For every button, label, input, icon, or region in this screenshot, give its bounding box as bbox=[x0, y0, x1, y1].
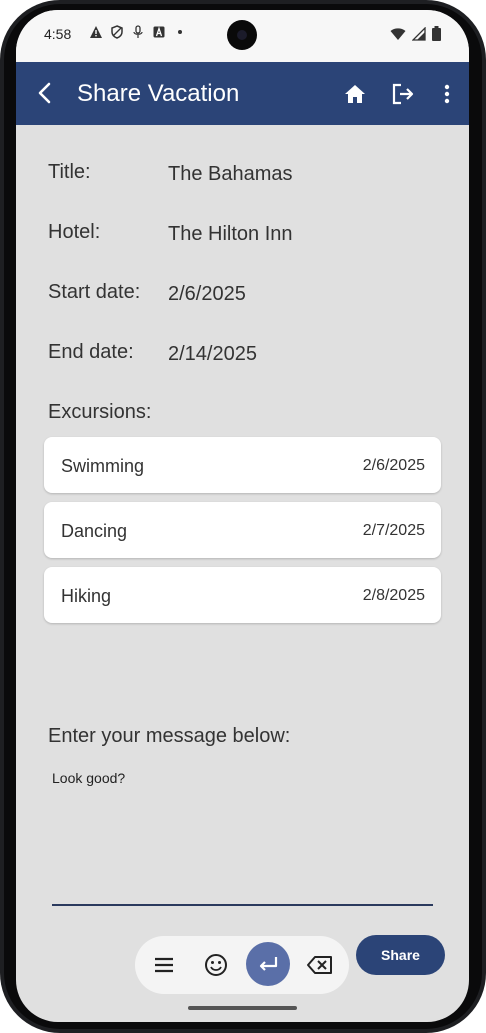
status-bar: 4:58 bbox=[16, 10, 469, 62]
logout-icon[interactable] bbox=[390, 81, 416, 107]
excursion-item[interactable]: Dancing 2/7/2025 bbox=[44, 502, 441, 558]
warning-icon bbox=[90, 26, 102, 38]
message-input-underline bbox=[52, 904, 433, 906]
start-date-label: Start date: bbox=[48, 281, 141, 303]
keyboard-toolbar bbox=[135, 936, 349, 994]
title-value: The Bahamas bbox=[168, 163, 293, 185]
status-icons-right bbox=[390, 26, 441, 41]
end-date-label: End date: bbox=[48, 341, 134, 363]
title-label: Title: bbox=[48, 161, 91, 183]
app-bar: Share Vacation bbox=[16, 62, 469, 125]
device-frame: 4:58 Share Vacation Title: The Bahamas H… bbox=[0, 0, 486, 1033]
dot-icon bbox=[178, 30, 182, 34]
message-label: Enter your message below: bbox=[48, 725, 291, 747]
excursion-name: Swimming bbox=[61, 456, 145, 476]
back-arrow-icon[interactable] bbox=[32, 80, 58, 106]
excursion-item[interactable]: Swimming 2/6/2025 bbox=[44, 437, 441, 493]
wifi-icon bbox=[390, 27, 406, 40]
end-date-value: 2/14/2025 bbox=[168, 343, 257, 365]
enter-icon bbox=[259, 957, 278, 971]
start-date-value: 2/6/2025 bbox=[168, 283, 246, 305]
excursion-date: 2/8/2025 bbox=[362, 587, 425, 604]
front-camera bbox=[227, 20, 257, 50]
excursion-name: Dancing bbox=[61, 521, 128, 541]
share-button[interactable]: Share bbox=[356, 935, 445, 975]
shield-icon bbox=[111, 25, 123, 39]
signal-icon bbox=[412, 26, 426, 41]
status-time: 4:58 bbox=[44, 26, 72, 42]
home-icon[interactable] bbox=[342, 81, 368, 107]
backspace-icon[interactable] bbox=[305, 950, 335, 980]
more-vert-icon[interactable] bbox=[437, 81, 457, 107]
hotel-label: Hotel: bbox=[48, 221, 101, 243]
a-box-icon bbox=[153, 26, 165, 38]
excursions-label: Excursions: bbox=[48, 401, 152, 423]
menu-icon[interactable] bbox=[149, 950, 179, 980]
message-input[interactable]: Look good? bbox=[52, 770, 125, 786]
enter-button[interactable] bbox=[246, 942, 290, 986]
page-title: Share Vacation bbox=[77, 80, 240, 107]
excursion-date: 2/6/2025 bbox=[362, 457, 425, 474]
hotel-value: The Hilton Inn bbox=[168, 223, 293, 245]
status-icons-left bbox=[89, 25, 187, 39]
battery-icon bbox=[432, 26, 441, 41]
emoji-icon[interactable] bbox=[201, 950, 231, 980]
mic-icon bbox=[133, 25, 143, 38]
excursion-name: Hiking bbox=[61, 586, 112, 606]
excursion-date: 2/7/2025 bbox=[362, 522, 425, 539]
home-indicator bbox=[188, 1006, 297, 1010]
screen: 4:58 Share Vacation Title: The Bahamas H… bbox=[16, 10, 469, 1022]
excursion-item[interactable]: Hiking 2/8/2025 bbox=[44, 567, 441, 623]
